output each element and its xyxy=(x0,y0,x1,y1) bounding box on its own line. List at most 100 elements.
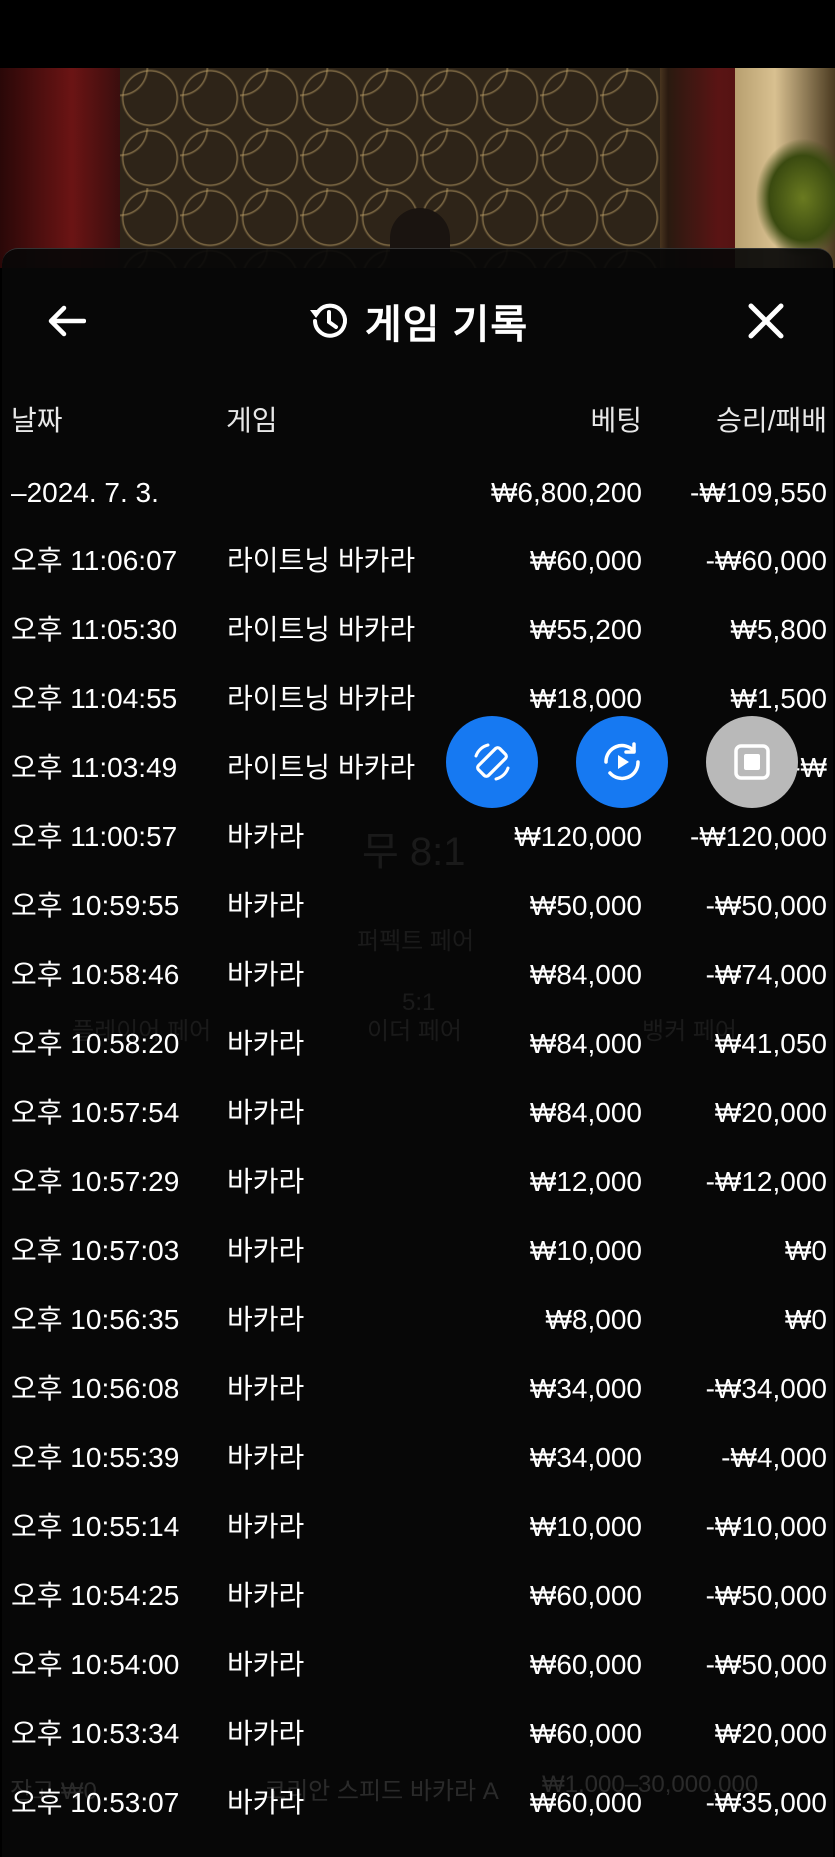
row-time: 오후 10:59:55 xyxy=(11,890,180,921)
row-time: 오후 10:55:39 xyxy=(11,1442,180,1473)
row-time: 오후 10:57:29 xyxy=(11,1166,180,1197)
red-curtain-left xyxy=(0,68,120,268)
row-game: 라이트닝 바카라 xyxy=(227,614,416,645)
rotate-screen-button[interactable] xyxy=(446,716,538,808)
column-header-game: 게임 xyxy=(226,405,278,436)
history-row[interactable]: 오후 10:58:20 바카라 ₩84,000 ₩41,050 xyxy=(2,1019,833,1069)
row-result: ₩0 xyxy=(785,1304,827,1335)
close-icon xyxy=(748,303,784,339)
row-bet: ₩60,000 xyxy=(529,545,642,576)
replay-button[interactable] xyxy=(576,716,668,808)
plant-decoration xyxy=(755,138,835,258)
summary-result: -₩109,550 xyxy=(690,477,827,508)
game-history-panel: 무 8:1 퍼펙트 페어 5:1 플레이어 페어 이더 페어 뱅커 페어 잔고 … xyxy=(2,248,833,1857)
row-result: -₩50,000 xyxy=(705,1580,827,1611)
row-result: ₩0 xyxy=(785,1235,827,1266)
row-bet: ₩120,000 xyxy=(514,821,642,852)
row-bet: ₩34,000 xyxy=(529,1442,642,1473)
row-game: 바카라 xyxy=(227,1235,305,1266)
row-game: 바카라 xyxy=(227,1373,305,1404)
history-row[interactable]: 오후 11:05:30 라이트닝 바카라 ₩55,200 ₩5,800 xyxy=(2,605,833,655)
row-time: 오후 10:54:25 xyxy=(11,1580,180,1611)
history-row[interactable]: 오후 10:58:46 바카라 ₩84,000 -₩74,000 xyxy=(2,950,833,1000)
replay-play-icon xyxy=(604,742,640,781)
row-time: 오후 11:04:55 xyxy=(11,683,178,714)
row-game: 바카라 xyxy=(227,890,305,921)
row-game: 바카라 xyxy=(227,1511,305,1542)
row-game: 바카라 xyxy=(227,1718,305,1749)
row-bet: ₩34,000 xyxy=(529,1373,642,1404)
panel-header: 게임 기록 xyxy=(2,289,833,353)
row-result: ₩5,800 xyxy=(730,614,828,645)
history-row[interactable]: 오후 10:59:55 바카라 ₩50,000 -₩50,000 xyxy=(2,881,833,931)
row-result: ₩20,000 xyxy=(714,1718,827,1749)
row-game: 바카라 xyxy=(227,1304,305,1335)
row-time: 오후 10:57:54 xyxy=(11,1097,180,1128)
row-bet: ₩10,000 xyxy=(529,1235,642,1266)
history-row[interactable]: 오후 11:06:07 라이트닝 바카라 ₩60,000 -₩60,000 xyxy=(2,536,833,586)
title-group: 게임 기록 xyxy=(2,289,833,353)
page-title: 게임 기록 xyxy=(364,303,529,347)
history-row[interactable]: 오후 10:53:07 바카라 ₩60,000 -₩35,000 xyxy=(2,1778,833,1828)
row-game: 바카라 xyxy=(227,1649,305,1680)
summary-date: –2024. 7. 3. xyxy=(11,477,159,508)
history-row[interactable]: 오후 10:55:14 바카라 ₩10,000 -₩10,000 xyxy=(2,1502,833,1552)
row-game: 바카라 xyxy=(227,1442,305,1473)
history-row[interactable]: 오후 10:57:29 바카라 ₩12,000 -₩12,000 xyxy=(2,1157,833,1207)
row-result: -₩50,000 xyxy=(705,890,827,921)
row-time: 오후 11:06:07 xyxy=(11,545,178,576)
row-bet: ₩50,000 xyxy=(529,890,642,921)
row-time: 오후 10:58:20 xyxy=(11,1028,180,1059)
column-header-bet: 베팅 xyxy=(590,405,642,436)
history-row[interactable]: 오후 10:54:25 바카라 ₩60,000 -₩50,000 xyxy=(2,1571,833,1621)
rotate-screen-icon xyxy=(474,743,510,781)
column-header-date: 날짜 xyxy=(11,405,63,436)
row-time: 오후 11:03:49 xyxy=(11,752,178,783)
history-row[interactable]: 오후 10:57:54 바카라 ₩84,000 ₩20,000 xyxy=(2,1088,833,1138)
row-bet: ₩10,000 xyxy=(529,1511,642,1542)
row-game: 라이트닝 바카라 xyxy=(227,545,416,576)
row-time: 오후 10:54:00 xyxy=(11,1649,180,1680)
column-header-result: 승리/패배 xyxy=(716,405,827,436)
row-game: 라이트닝 바카라 xyxy=(227,683,416,714)
history-row[interactable]: 오후 10:57:03 바카라 ₩10,000 ₩0 xyxy=(2,1226,833,1276)
row-result: -₩4,000 xyxy=(721,1442,827,1473)
row-time: 오후 10:53:34 xyxy=(11,1718,180,1749)
row-bet: ₩60,000 xyxy=(529,1787,642,1818)
row-time: 오후 10:53:07 xyxy=(11,1787,180,1818)
history-row[interactable]: 오후 10:56:35 바카라 ₩8,000 ₩0 xyxy=(2,1295,833,1345)
row-time: 오후 11:00:57 xyxy=(11,821,178,852)
row-game: 바카라 xyxy=(227,1787,305,1818)
row-result: ₩41,050 xyxy=(714,1028,827,1059)
history-row[interactable]: 오후 11:04:55 라이트닝 바카라 ₩18,000 ₩1,500 xyxy=(2,674,833,724)
row-bet: ₩60,000 xyxy=(529,1580,642,1611)
row-time: 오후 10:56:35 xyxy=(11,1304,180,1335)
row-game: 바카라 xyxy=(227,1028,305,1059)
stop-recording-button[interactable] xyxy=(706,716,798,808)
row-game: 바카라 xyxy=(227,1097,305,1128)
history-row[interactable]: 오후 10:55:39 바카라 ₩34,000 -₩4,000 xyxy=(2,1433,833,1483)
row-bet: ₩84,000 xyxy=(529,959,642,990)
row-result: -₩74,000 xyxy=(705,959,827,990)
row-bet: ₩12,000 xyxy=(529,1166,642,1197)
history-row[interactable]: 오후 10:53:34 바카라 ₩60,000 ₩20,000 xyxy=(2,1709,833,1759)
row-time: 오후 10:55:14 xyxy=(11,1511,180,1542)
date-summary-row[interactable]: –2024. 7. 3. ₩6,800,200 -₩109,550 xyxy=(2,468,833,518)
row-time: 오후 10:56:08 xyxy=(11,1373,180,1404)
close-button[interactable] xyxy=(742,297,790,345)
row-bet: ₩8,000 xyxy=(545,1304,643,1335)
live-video-background xyxy=(0,68,835,268)
row-result: -₩35,000 xyxy=(705,1787,827,1818)
status-bar xyxy=(0,0,835,68)
history-row[interactable]: 오후 10:54:00 바카라 ₩60,000 -₩50,000 xyxy=(2,1640,833,1690)
row-bet: ₩84,000 xyxy=(529,1097,642,1128)
row-game: 바카라 xyxy=(227,821,305,852)
row-bet: ₩60,000 xyxy=(529,1649,642,1680)
row-result: -₩10,000 xyxy=(705,1511,827,1542)
row-bet: ₩60,000 xyxy=(529,1718,642,1749)
history-row[interactable]: 오후 10:56:08 바카라 ₩34,000 -₩34,000 xyxy=(2,1364,833,1414)
history-row[interactable]: 오후 11:00:57 바카라 ₩120,000 -₩120,000 xyxy=(2,812,833,862)
row-result: -₩60,000 xyxy=(705,545,827,576)
row-game: 바카라 xyxy=(227,1166,305,1197)
row-result: ₩20,000 xyxy=(714,1097,827,1128)
